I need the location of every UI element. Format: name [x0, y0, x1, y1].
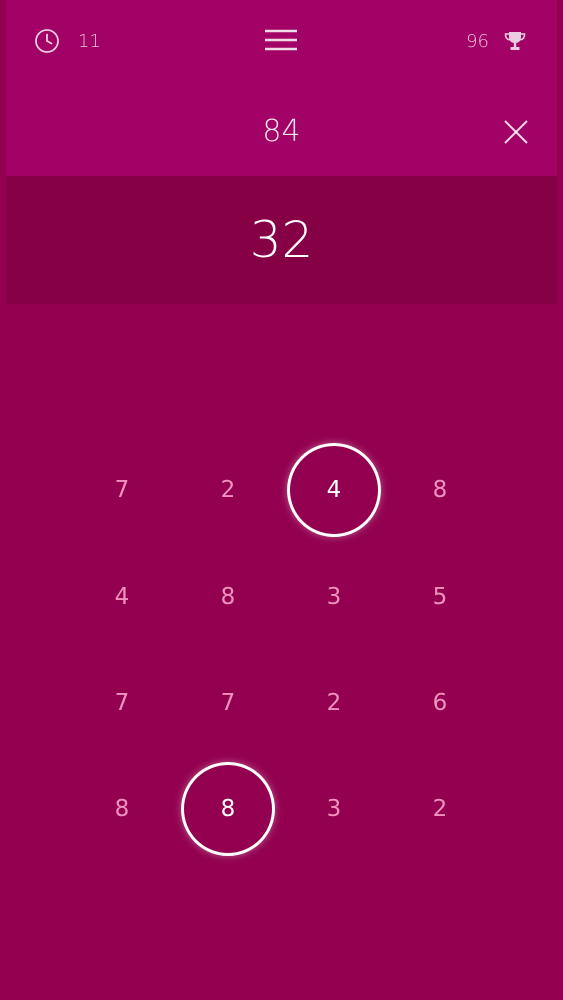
- grid-cell[interactable]: 5: [393, 550, 487, 644]
- grid-cell[interactable]: 4: [75, 550, 169, 644]
- grid-cell[interactable]: 3: [287, 762, 381, 856]
- grid-cell[interactable]: 2: [393, 762, 487, 856]
- grid-cell[interactable]: 2: [181, 443, 275, 537]
- grid-cell[interactable]: 8: [75, 762, 169, 856]
- grid-cell[interactable]: 3: [287, 550, 381, 644]
- grid-cell[interactable]: 7: [75, 656, 169, 750]
- grid-cell[interactable]: 6: [393, 656, 487, 750]
- number-grid: 7248483577268832: [0, 0, 563, 1000]
- grid-cell[interactable]: 8: [393, 443, 487, 537]
- grid-cell[interactable]: 7: [75, 443, 169, 537]
- grid-cell[interactable]: 7: [181, 656, 275, 750]
- grid-cell[interactable]: 2: [287, 656, 381, 750]
- grid-cell[interactable]: 8: [181, 550, 275, 644]
- grid-cell-selected[interactable]: 4: [287, 443, 381, 537]
- grid-cell-selected[interactable]: 8: [181, 762, 275, 856]
